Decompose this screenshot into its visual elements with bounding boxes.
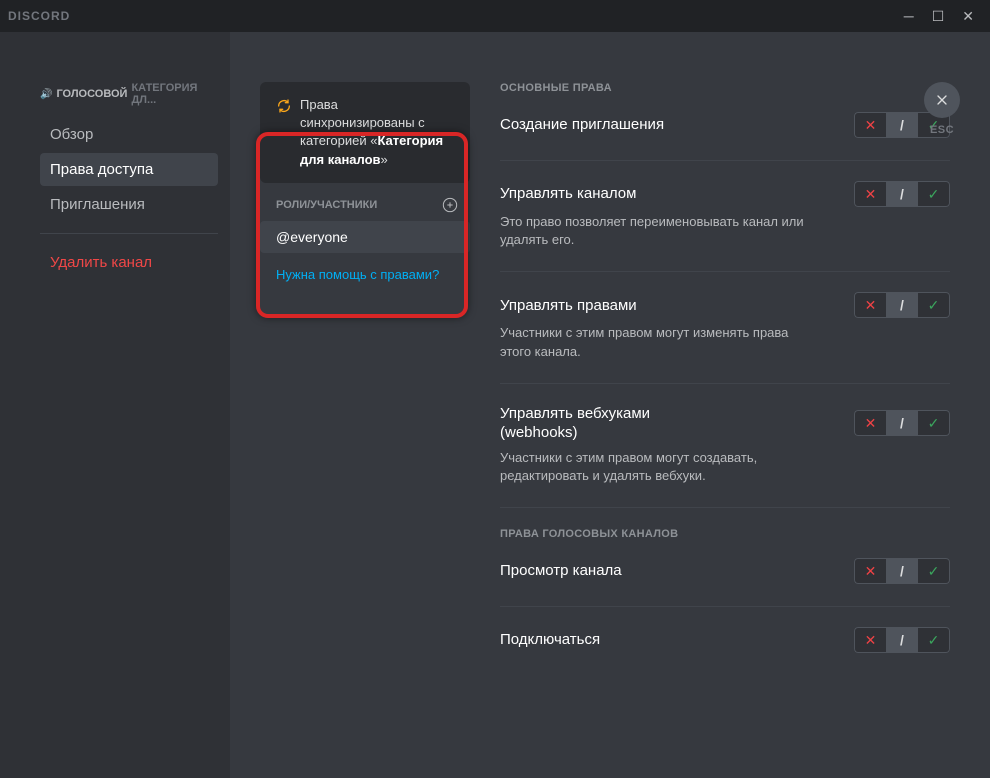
permissions-help-link[interactable]: Нужна помощь с правами?	[260, 253, 470, 296]
perm-description: Это право позволяет переименовывать кана…	[500, 213, 810, 249]
sidebar-divider	[40, 233, 218, 234]
sidebar-item-invites[interactable]: Приглашения	[40, 188, 218, 221]
perm-manage-webhooks: Управлять вебхуками (webhooks) ✕ / ✓ Уча…	[500, 404, 950, 485]
perm-toggle-manage-webhooks[interactable]: ✕ / ✓	[854, 410, 950, 436]
app-logo: DISCORD	[8, 9, 70, 23]
close-button[interactable]: ✕	[962, 9, 974, 23]
section-general-permissions: ОСНОВНЫЕ ПРАВА	[500, 82, 950, 94]
sync-notice: Права синхронизированы с категорией «Кат…	[260, 82, 470, 183]
perm-connect: Подключаться ✕ / ✓	[500, 627, 950, 653]
sidebar-item-delete-channel[interactable]: Удалить канал	[40, 246, 218, 279]
perm-label: Управлять каналом	[500, 184, 636, 204]
toggle-neutral[interactable]: /	[886, 410, 918, 436]
role-everyone[interactable]: @everyone	[260, 221, 470, 253]
sidebar-item-overview[interactable]: Обзор	[40, 118, 218, 151]
toggle-deny[interactable]: ✕	[854, 181, 886, 207]
close-settings-button[interactable]	[924, 82, 960, 118]
titlebar: DISCORD ─ ☐ ✕	[0, 0, 990, 32]
perm-label: Подключаться	[500, 630, 600, 650]
perm-description: Участники с этим правом могут создавать,…	[500, 449, 810, 485]
toggle-neutral[interactable]: /	[886, 292, 918, 318]
perm-toggle-view-channel[interactable]: ✕ / ✓	[854, 558, 950, 584]
add-role-icon[interactable]	[442, 197, 458, 213]
toggle-deny[interactable]: ✕	[854, 292, 886, 318]
toggle-neutral[interactable]: /	[886, 181, 918, 207]
roles-header: РОЛИ/УЧАСТНИКИ	[260, 183, 470, 221]
toggle-allow[interactable]: ✓	[918, 558, 950, 584]
perm-divider	[500, 507, 950, 508]
perm-create-invite: Создание приглашения ✕ / ✓	[500, 112, 950, 138]
perm-manage-permissions: Управлять правами ✕ / ✓ Участники с этим…	[500, 292, 950, 360]
toggle-allow[interactable]: ✓	[918, 292, 950, 318]
toggle-neutral[interactable]: /	[886, 112, 918, 138]
esc-label: ESC	[924, 124, 960, 136]
perm-toggle-connect[interactable]: ✕ / ✓	[854, 627, 950, 653]
perm-divider	[500, 606, 950, 607]
perm-toggle-manage-permissions[interactable]: ✕ / ✓	[854, 292, 950, 318]
perm-label: Создание приглашения	[500, 115, 664, 135]
perm-view-channel: Просмотр канала ✕ / ✓	[500, 558, 950, 584]
perm-label: Просмотр канала	[500, 561, 622, 581]
toggle-allow[interactable]: ✓	[918, 410, 950, 436]
settings-sidebar: 🔊 ГОЛОСОВОЙ КАТЕГОРИЯ ДЛ... Обзор Права …	[0, 32, 230, 778]
perm-description: Участники с этим правом могут изменять п…	[500, 324, 810, 360]
sidebar-item-permissions[interactable]: Права доступа	[40, 153, 218, 186]
toggle-deny[interactable]: ✕	[854, 410, 886, 436]
minimize-button[interactable]: ─	[904, 9, 914, 23]
perm-toggle-manage-channel[interactable]: ✕ / ✓	[854, 181, 950, 207]
volume-icon: 🔊	[40, 89, 52, 100]
perm-manage-channel: Управлять каналом ✕ / ✓ Это право позвол…	[500, 181, 950, 249]
section-voice-permissions: ПРАВА ГОЛОСОВЫХ КАНАЛОВ	[500, 528, 950, 540]
perm-divider	[500, 160, 950, 161]
perm-label: Управлять вебхуками (webhooks)	[500, 404, 720, 443]
sync-text: Права синхронизированы с категорией «Кат…	[300, 96, 454, 169]
channel-name: ГОЛОСОВОЙ	[56, 88, 127, 100]
perm-divider	[500, 383, 950, 384]
toggle-deny[interactable]: ✕	[854, 627, 886, 653]
toggle-deny[interactable]: ✕	[854, 112, 886, 138]
perm-divider	[500, 271, 950, 272]
roles-header-label: РОЛИ/УЧАСТНИКИ	[276, 199, 377, 211]
channel-breadcrumb: 🔊 ГОЛОСОВОЙ КАТЕГОРИЯ ДЛ...	[40, 82, 218, 106]
toggle-allow[interactable]: ✓	[918, 627, 950, 653]
maximize-button[interactable]: ☐	[932, 9, 945, 23]
toggle-deny[interactable]: ✕	[854, 558, 886, 584]
toggle-allow[interactable]: ✓	[918, 181, 950, 207]
perm-label: Управлять правами	[500, 296, 637, 316]
toggle-neutral[interactable]: /	[886, 627, 918, 653]
channel-category: КАТЕГОРИЯ ДЛ...	[131, 82, 218, 106]
toggle-neutral[interactable]: /	[886, 558, 918, 584]
sync-icon	[276, 98, 292, 114]
